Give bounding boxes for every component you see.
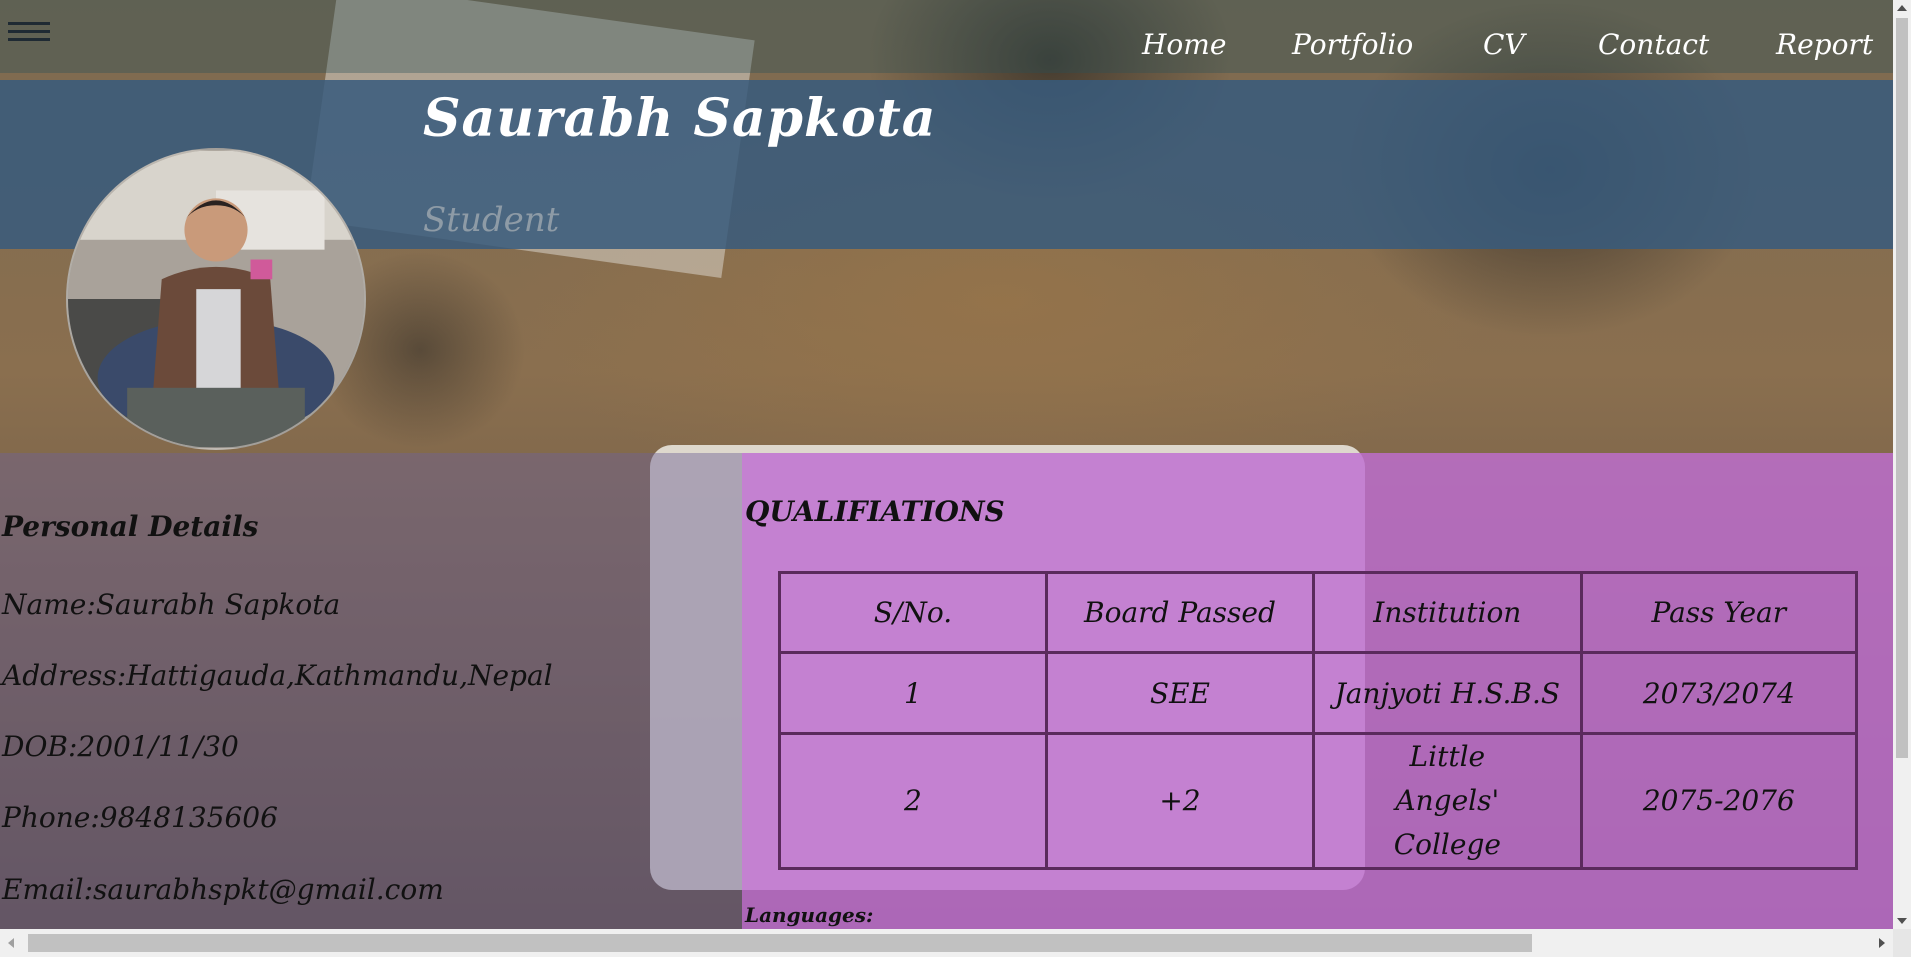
nav-home-link[interactable]: Home bbox=[1142, 28, 1226, 61]
table-header-row: S/No. Board Passed Institution Pass Year bbox=[778, 571, 1859, 654]
col-header-sno: S/No. bbox=[778, 571, 1048, 654]
nav-report-link[interactable]: Report bbox=[1776, 28, 1873, 61]
nav-contact-link[interactable]: Contact bbox=[1598, 28, 1709, 61]
vertical-scroll-thumb[interactable] bbox=[1896, 18, 1908, 758]
languages-title: Languages: bbox=[745, 903, 874, 927]
avatar bbox=[66, 148, 366, 450]
col-header-institution: Institution bbox=[1311, 571, 1583, 654]
scroll-left-icon[interactable] bbox=[8, 938, 14, 948]
cell-year: 2073/2074 bbox=[1579, 651, 1859, 735]
col-header-board: Board Passed bbox=[1044, 571, 1315, 654]
profile-role: Student bbox=[423, 200, 560, 240]
personal-details-title: Personal Details bbox=[2, 510, 259, 543]
personal-name: Name:Saurabh Sapkota bbox=[2, 588, 341, 621]
horizontal-scrollbar[interactable] bbox=[0, 929, 1893, 957]
table-row: 1 SEE Janjyoti H.S.B.S 2073/2074 bbox=[778, 651, 1859, 735]
horizontal-scroll-thumb[interactable] bbox=[28, 934, 1532, 952]
profile-photo bbox=[68, 151, 364, 447]
personal-phone: Phone:9848135606 bbox=[2, 801, 278, 834]
scroll-down-icon[interactable] bbox=[1897, 918, 1907, 924]
qualifications-table: S/No. Board Passed Institution Pass Year… bbox=[778, 571, 1859, 870]
scroll-up-icon[interactable] bbox=[1897, 5, 1907, 11]
cell-institution: Little Angels' College bbox=[1311, 732, 1583, 870]
nav-portfolio-link[interactable]: Portfolio bbox=[1292, 28, 1413, 61]
cell-board: SEE bbox=[1044, 651, 1315, 735]
profile-name: Saurabh Sapkota bbox=[423, 88, 937, 149]
cell-year: 2075-2076 bbox=[1579, 732, 1859, 870]
scrollbar-corner bbox=[1893, 929, 1911, 957]
scroll-right-icon[interactable] bbox=[1879, 938, 1885, 948]
nav-links: Home Portfolio CV Contact Report bbox=[0, 28, 1893, 68]
table-row: 2 +2 Little Angels' College 2075-2076 bbox=[778, 732, 1859, 870]
personal-address: Address:Hattigauda,Kathmandu,Nepal bbox=[2, 659, 553, 692]
vertical-scrollbar[interactable] bbox=[1893, 0, 1911, 929]
top-navbar: Home Portfolio CV Contact Report bbox=[0, 0, 1893, 73]
cell-sno: 1 bbox=[778, 651, 1048, 735]
qualifications-title: QUALIFIATIONS bbox=[745, 495, 1005, 528]
cell-board: +2 bbox=[1044, 732, 1315, 870]
nav-cv-link[interactable]: CV bbox=[1483, 28, 1525, 61]
col-header-year: Pass Year bbox=[1579, 571, 1859, 654]
cell-sno: 2 bbox=[778, 732, 1048, 870]
cell-institution: Janjyoti H.S.B.S bbox=[1311, 651, 1583, 735]
personal-email: Email:saurabhspkt@gmail.com bbox=[2, 873, 444, 906]
personal-dob: DOB:2001/11/30 bbox=[2, 730, 239, 763]
